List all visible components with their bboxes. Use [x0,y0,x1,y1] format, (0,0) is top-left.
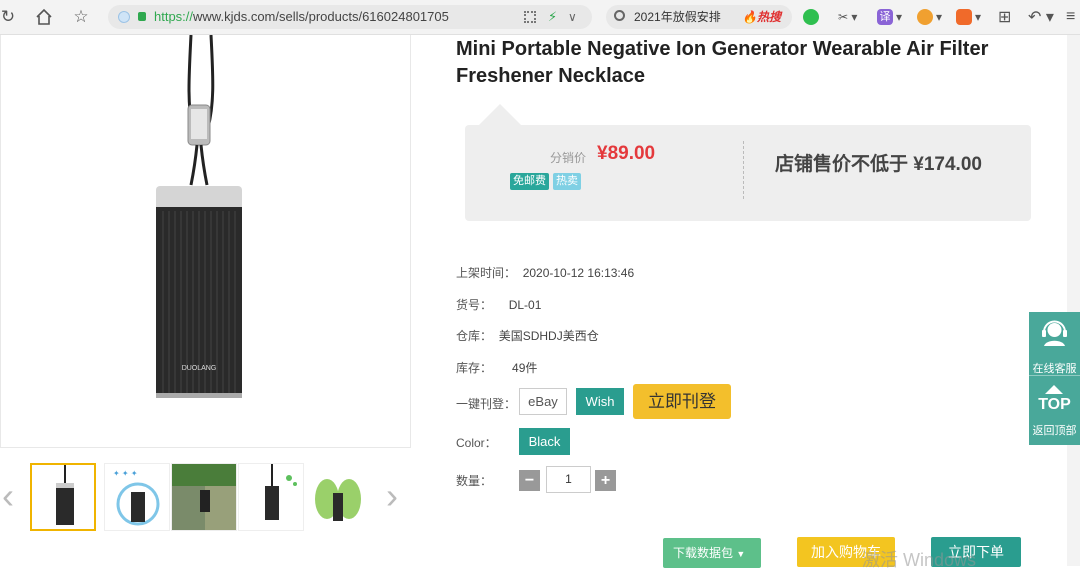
color-label: Color： [456,436,497,450]
menu-icon[interactable]: ≡ [1066,7,1075,27]
scissors-icon[interactable]: ✂ ▾ [838,7,857,27]
quantity-label: 数量： [456,474,493,488]
translate-icon[interactable]: 译 ▾ [877,7,902,27]
search-icon [614,10,625,21]
price-box: 分销价 ¥89.00 免邮费 热卖 店铺售价不低于 ¥174.00 [465,125,1031,221]
back-to-top-button[interactable]: TOP 返回顶部 [1029,377,1080,445]
browser-search-box[interactable]: 2021年放假安排 🔥热搜 [606,5,792,29]
url-text: https://www.kjds.com/sells/products/6160… [154,9,449,24]
grid-apps-icon[interactable]: ⊞ [998,7,1011,27]
stock-row: 库存： 49件 [456,361,538,375]
chevron-down-icon: ▼ [736,549,746,559]
money-icon[interactable]: ▾ [917,7,942,27]
game-icon[interactable]: ▾ [956,7,981,27]
ebay-platform-button[interactable]: eBay [519,388,567,415]
windows-activation-watermark: 激活 Windows [862,550,977,570]
bookmark-star-icon[interactable]: ☆ [69,6,93,28]
site-shield-icon [118,11,130,23]
arrow-up-icon [1045,385,1063,394]
product-brand-mark: DUOLANG [182,365,217,372]
quantity-plus-button[interactable]: + [595,470,616,491]
distribution-price: ¥89.00 [597,143,656,164]
price-box-notch [478,104,522,126]
product-main-image[interactable]: DUOLANG [0,35,411,448]
thumbnail-4[interactable] [238,463,304,531]
back-to-top-label: 返回顶部 [1032,425,1077,437]
hot-sale-badge: 热卖 [553,173,581,190]
free-shipping-badge: 免邮费 [510,173,549,190]
lock-icon [138,12,146,21]
headset-icon [1042,320,1067,346]
page-scrollbar[interactable] [1067,35,1080,566]
chevron-down-icon[interactable]: ∨ [568,5,577,29]
svg-text:✦ ✦ ✦: ✦ ✦ ✦ [113,469,138,478]
product-title: Mini Portable Negative Ion Generator Wea… [456,38,989,87]
list-now-button[interactable]: 立即刊登 [633,384,731,419]
quantity-minus-button[interactable]: − [519,470,540,491]
download-data-button[interactable]: 下载数据包 ▼ [663,538,761,568]
sku-row: 货号： DL-01 [456,298,542,312]
address-bar[interactable]: https://www.kjds.com/sells/products/6160… [108,5,592,29]
color-option-black[interactable]: Black [519,428,570,455]
wish-platform-button[interactable]: Wish [576,388,624,415]
lightning-icon[interactable]: ⚡ [548,5,557,29]
price-divider [743,141,744,199]
home-icon[interactable] [32,6,56,28]
warehouse-row: 仓库： 美国SDHDJ美西仓 [456,329,599,343]
thumbnail-3[interactable] [171,463,237,531]
online-service-label: 在线客服 [1032,363,1077,375]
thumb-prev-arrow[interactable]: ‹ [2,475,14,517]
online-service-button[interactable]: 在线客服 [1029,312,1080,376]
wechat-icon[interactable] [803,7,822,27]
qr-code-icon[interactable] [524,11,536,23]
thumbnail-5[interactable] [305,463,371,531]
undo-icon[interactable]: ↶ ▾ [1028,7,1054,27]
search-query-text: 2021年放假安排 [634,10,721,24]
browser-toolbar: ↻ ☆ https://www.kjds.com/sells/products/… [0,0,1080,35]
reload-icon[interactable]: ↻ [0,6,20,28]
thumb-next-arrow[interactable]: › [386,475,398,517]
listing-label: 一键刊登： [456,397,517,411]
price-label: 分销价 [550,151,587,165]
listed-time-row: 上架时间： 2020-10-12 16:13:46 [456,266,635,280]
thumbnail-1[interactable] [30,463,96,531]
min-retail-price: 店铺售价不低于 ¥174.00 [775,154,982,175]
top-label: TOP [1038,396,1071,413]
hot-search-label[interactable]: 🔥热搜 [742,5,781,29]
floating-service-panel: 在线客服 TOP 返回顶部 [1029,312,1080,445]
thumbnail-2[interactable]: ✦ ✦ ✦ [104,463,170,531]
quantity-input[interactable]: 1 [546,466,591,493]
